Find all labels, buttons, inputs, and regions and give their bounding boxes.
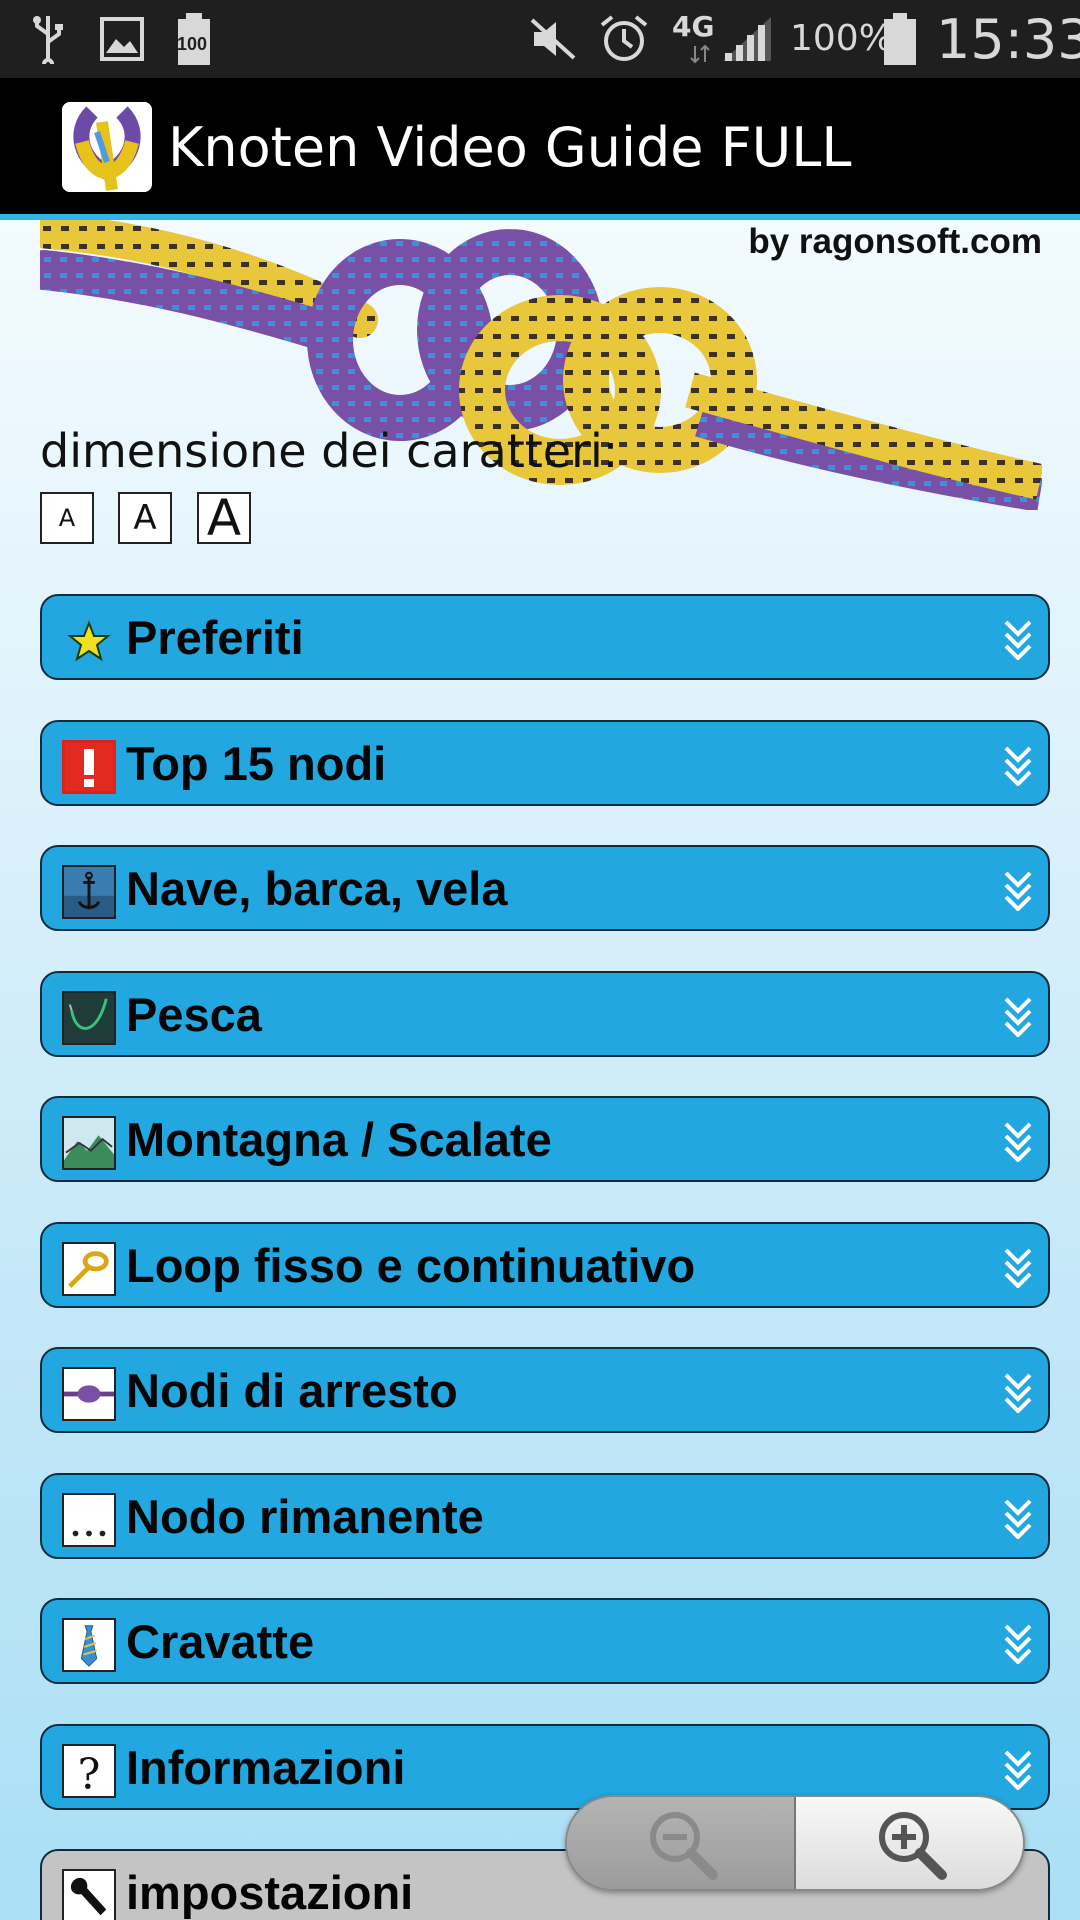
category-label: Cravatte [126,1615,315,1668]
alarm-icon [598,12,650,66]
zoom-controls [565,1795,1025,1891]
star-icon [62,614,116,668]
chevron-down-icon [1004,1373,1032,1413]
exclamation-icon [62,740,116,794]
category-label: Informazioni [126,1741,406,1794]
tie-icon [62,1618,116,1672]
category-label: Preferiti [126,611,304,664]
stopper-knot-icon [62,1367,116,1421]
signal-icon [720,12,774,66]
chevron-down-icon [1004,871,1032,911]
clock: 15:33 [936,8,1080,71]
loop-icon [62,1242,116,1296]
wrench-icon [62,1869,116,1920]
action-bar: Knoten Video Guide FULL [0,78,1080,220]
mountain-icon [62,1116,116,1170]
category-label: Nodo rimanente [126,1490,484,1543]
category-preferiti[interactable]: Preferiti [40,594,1050,680]
battery-100-notification-icon: 100 [174,12,214,66]
category-top-15-nodi[interactable]: Top 15 nodi [40,720,1050,806]
battery-small-label: 100 [177,34,208,54]
zoom-out-button[interactable] [567,1797,796,1889]
category-label: Nodi di arresto [126,1364,458,1417]
question-icon: ? [62,1744,116,1798]
battery-percent-label: 100% [790,18,893,59]
usb-icon [28,12,68,66]
category-label: impostazioni [126,1866,414,1919]
category-nodo-rimanente[interactable]: Nodo rimanente [40,1473,1050,1559]
main-content: by ragonsoft.com dimensione dei caratter… [0,220,1080,1920]
category-cravatte[interactable]: Cravatte [40,1598,1050,1684]
chevron-down-icon [1004,1499,1032,1539]
svg-text:?: ? [78,1749,101,1797]
font-size-label: dimensione dei caratteri: [40,424,619,478]
category-label: Nave, barca, vela [126,862,508,915]
chevron-down-icon [1004,1750,1032,1790]
category-pesca[interactable]: Pesca [40,971,1050,1057]
category-montagna-scalate[interactable]: Montagna / Scalate [40,1096,1050,1182]
knot-app-icon[interactable] [62,102,152,192]
chevron-down-icon [1004,1248,1032,1288]
font-size-medium-button[interactable]: A [118,492,172,544]
network-type-label: 4G [672,10,715,43]
zoom-in-button[interactable] [796,1797,1023,1889]
category-nodi-di-arresto[interactable]: Nodi di arresto [40,1347,1050,1433]
font-size-large-button[interactable]: A [197,489,251,547]
fishing-hook-icon [62,991,116,1045]
byline[interactable]: by ragonsoft.com [748,222,1042,262]
image-notification-icon [98,12,146,66]
anchor-icon [62,865,116,919]
chevron-down-icon [1004,746,1032,786]
chevron-down-icon [1004,1624,1032,1664]
category-label: Top 15 nodi [126,737,387,790]
category-label: Montagna / Scalate [126,1113,552,1166]
chevron-down-icon [1004,620,1032,660]
zoom-out-icon [649,1812,718,1880]
font-size-small-button[interactable]: A [40,492,94,544]
mute-icon [528,12,578,66]
zoom-in-icon [878,1812,947,1880]
data-arrows-icon [690,44,710,64]
battery-icon [882,12,918,66]
chevron-down-icon [1004,1122,1032,1162]
status-bar: 100 4G 100% 15:33 [0,0,1080,78]
category-label: Loop fisso e continuativo [126,1239,696,1292]
ellipsis-icon [62,1493,116,1547]
chevron-down-icon [1004,997,1032,1037]
category-loop-fisso-e-continuativo[interactable]: Loop fisso e continuativo [40,1222,1050,1308]
category-label: Pesca [126,988,262,1041]
category-nave-barca-vela[interactable]: Nave, barca, vela [40,845,1050,931]
app-title: Knoten Video Guide FULL [168,116,852,179]
